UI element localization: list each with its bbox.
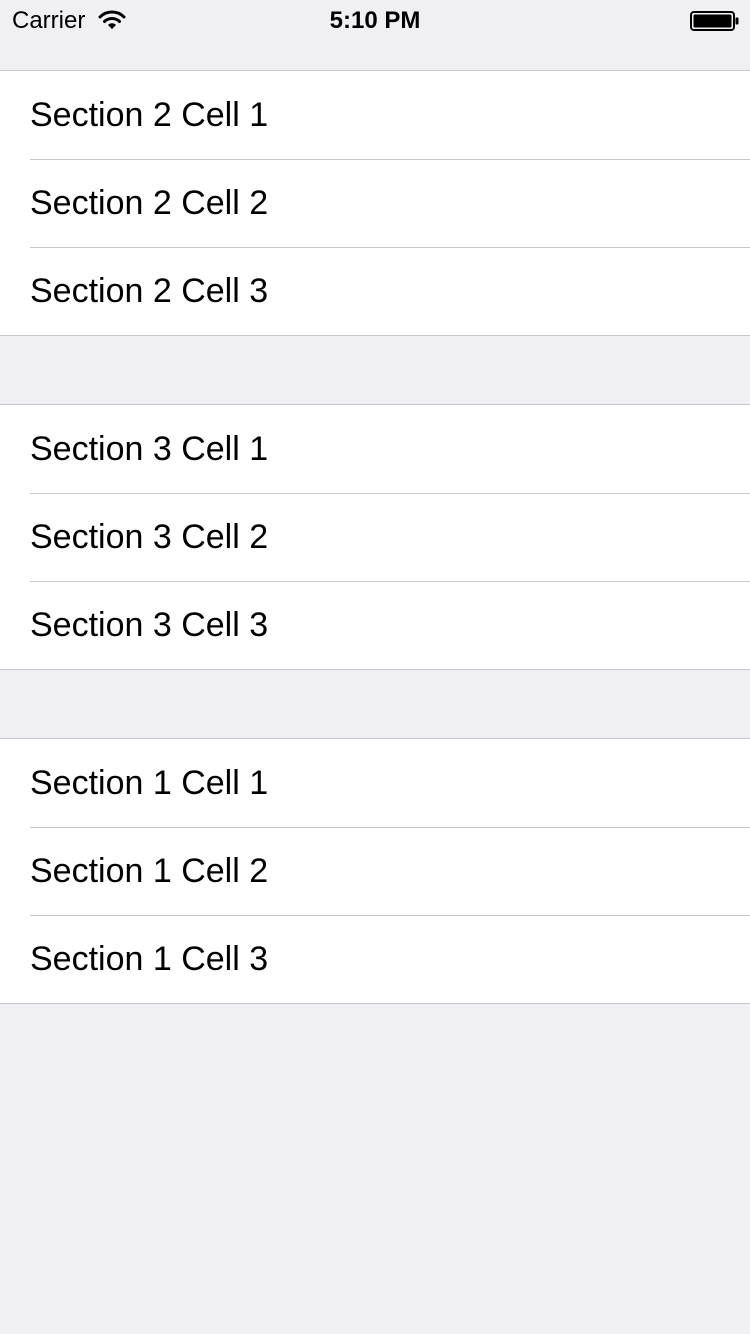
table-row[interactable]: Section 2 Cell 2 xyxy=(0,159,750,247)
cell-label: Section 2 Cell 2 xyxy=(30,184,269,222)
table-row[interactable]: Section 3 Cell 2 xyxy=(0,493,750,581)
table-section-3: Section 3 Cell 1 Section 3 Cell 2 Sectio… xyxy=(0,404,750,670)
status-bar: Carrier 5:10 PM xyxy=(0,0,750,40)
cell-label: Section 3 Cell 1 xyxy=(30,430,269,468)
table-section-1: Section 1 Cell 1 Section 1 Cell 2 Sectio… xyxy=(0,738,750,1004)
cell-label: Section 1 Cell 2 xyxy=(30,852,269,890)
status-time: 5:10 PM xyxy=(329,7,421,34)
cell-label: Section 1 Cell 3 xyxy=(30,940,269,978)
cell-label: Section 3 Cell 2 xyxy=(30,518,269,556)
cell-label: Section 2 Cell 1 xyxy=(30,96,269,134)
table-row[interactable]: Section 1 Cell 3 xyxy=(0,915,750,1003)
table-row[interactable]: Section 2 Cell 3 xyxy=(0,247,750,335)
table-row[interactable]: Section 3 Cell 3 xyxy=(0,581,750,669)
table-row[interactable]: Section 1 Cell 2 xyxy=(0,827,750,915)
table-row[interactable]: Section 3 Cell 1 xyxy=(0,405,750,493)
cell-label: Section 1 Cell 1 xyxy=(30,764,269,802)
cell-label: Section 2 Cell 3 xyxy=(30,272,269,310)
table-section-2: Section 2 Cell 1 Section 2 Cell 2 Sectio… xyxy=(0,70,750,336)
cell-label: Section 3 Cell 3 xyxy=(30,606,269,644)
table-row[interactable]: Section 1 Cell 1 xyxy=(0,739,750,827)
battery-icon xyxy=(690,11,739,31)
table-row[interactable]: Section 2 Cell 1 xyxy=(0,71,750,159)
